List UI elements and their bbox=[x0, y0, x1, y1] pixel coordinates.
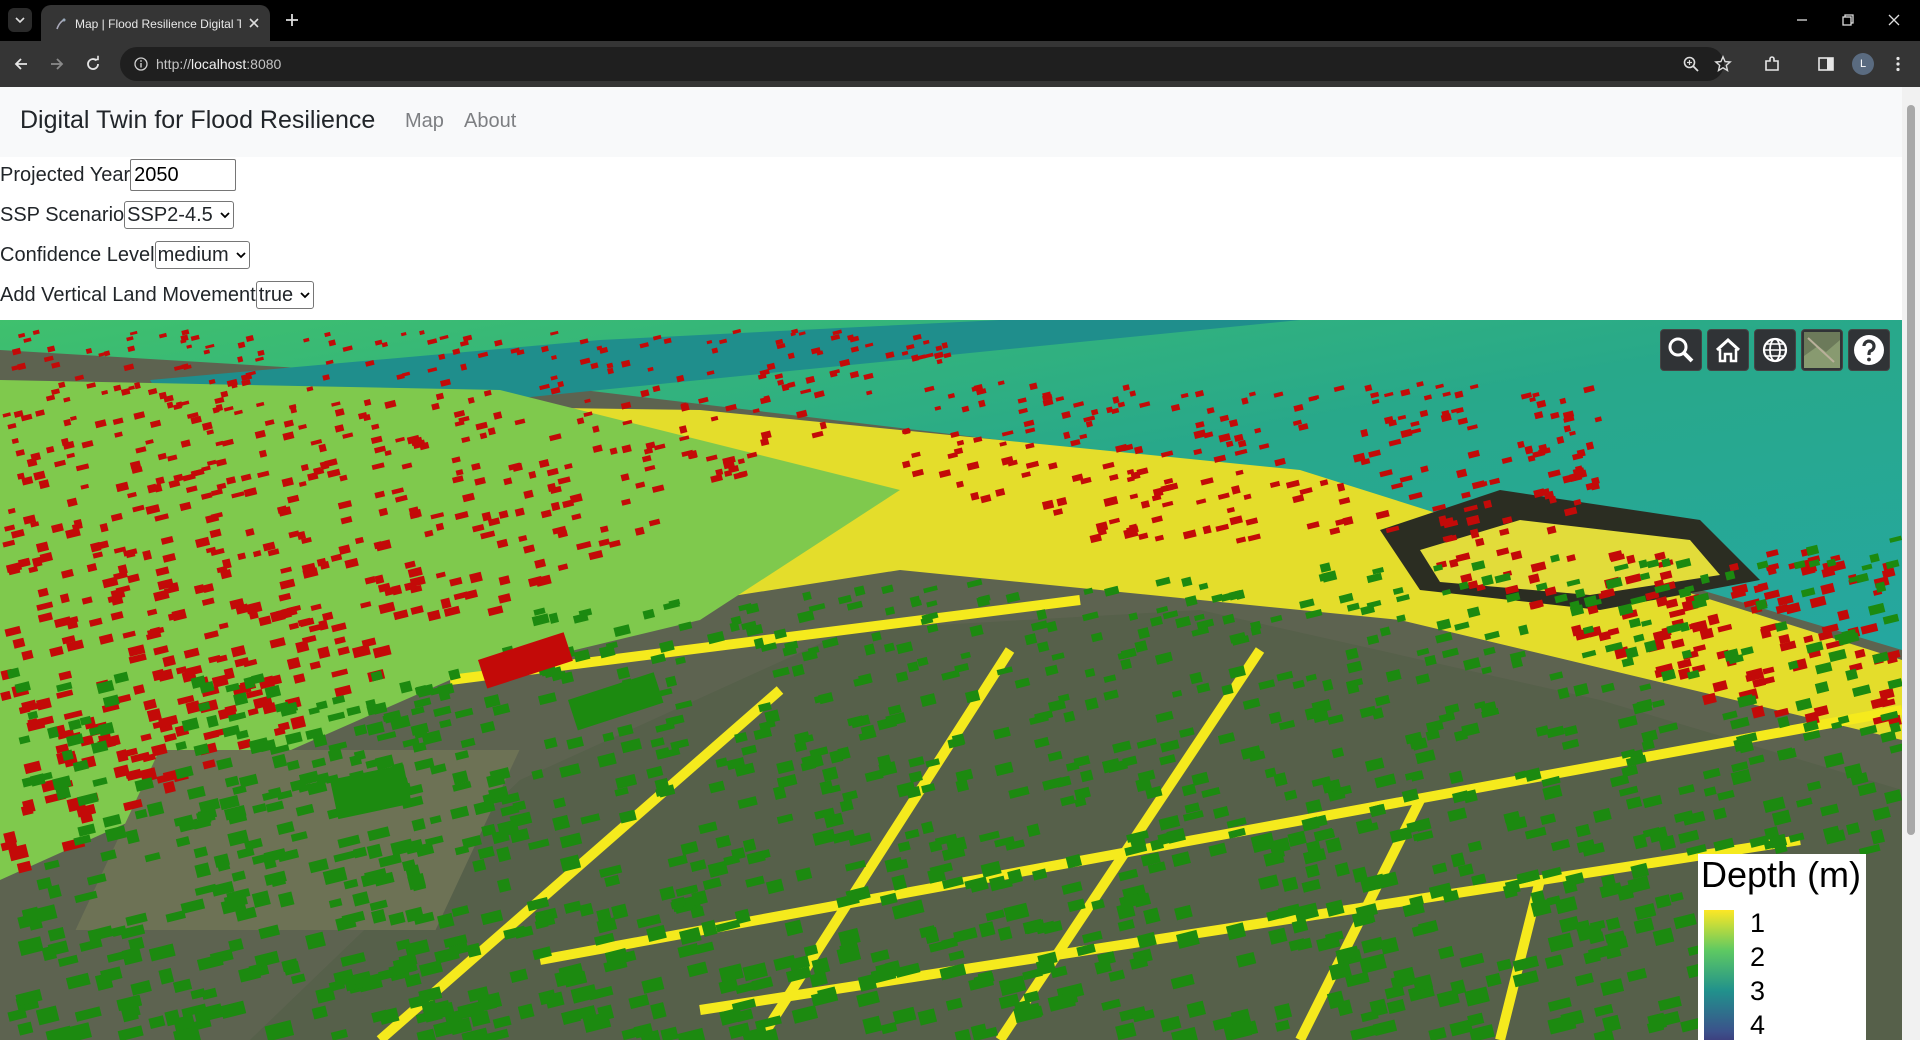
map-basemap-button[interactable] bbox=[1801, 329, 1843, 371]
year-label: Projected Year bbox=[0, 163, 131, 186]
reload-icon[interactable] bbox=[83, 54, 103, 74]
chevron-down-icon bbox=[15, 17, 25, 24]
chevron-down-icon bbox=[300, 292, 310, 299]
nav-link-map[interactable]: Map bbox=[405, 110, 444, 133]
legend-title: Depth (m) bbox=[1701, 854, 1862, 895]
url-text: http://localhost:8080 bbox=[156, 56, 282, 72]
bookmark-star-icon[interactable] bbox=[1714, 55, 1732, 73]
scrollbar-thumb[interactable] bbox=[1907, 105, 1915, 835]
new-tab-icon[interactable] bbox=[282, 10, 302, 30]
browser-tab[interactable]: Map | Flood Resilience Digital Twin bbox=[41, 5, 270, 41]
home-icon bbox=[1715, 337, 1741, 363]
confidence-label: Confidence Level bbox=[0, 243, 155, 266]
kebab-menu-icon[interactable] bbox=[1888, 54, 1908, 74]
depth-legend: Depth (m) 1 2 3 4 5 bbox=[1698, 854, 1866, 1040]
forward-arrow-icon[interactable] bbox=[47, 54, 67, 74]
help-icon bbox=[1854, 335, 1884, 365]
ssp-label: SSP Scenario bbox=[0, 203, 125, 226]
vlm-value: true bbox=[258, 283, 294, 306]
globe-icon bbox=[1762, 337, 1788, 363]
chevron-down-icon bbox=[220, 212, 230, 219]
map-scene bbox=[0, 320, 1902, 1040]
map-home-button[interactable] bbox=[1707, 329, 1749, 371]
tab-title: Map | Flood Resilience Digital Twin bbox=[75, 17, 241, 31]
page-viewport: Digital Twin for Flood Resilience Map Ab… bbox=[0, 87, 1920, 1040]
nav-link-about[interactable]: About bbox=[464, 110, 516, 133]
legend-label: 3 bbox=[1750, 976, 1766, 1006]
vlm-label: Add Vertical Land Movement bbox=[0, 283, 256, 306]
browser-tab-strip: Map | Flood Resilience Digital Twin bbox=[0, 0, 1920, 41]
ssp-control: SSP Scenario SSP2-4.5 bbox=[0, 198, 234, 232]
browser-toolbar: http://localhost:8080 L bbox=[0, 41, 1920, 87]
map-help-button[interactable] bbox=[1848, 329, 1890, 371]
confidence-select[interactable]: medium bbox=[154, 241, 250, 269]
year-input[interactable] bbox=[130, 159, 237, 191]
address-bar[interactable]: http://localhost:8080 bbox=[120, 47, 1732, 81]
chevron-down-icon bbox=[236, 252, 246, 259]
extensions-icon[interactable] bbox=[1762, 54, 1782, 74]
window-close-icon[interactable] bbox=[1884, 10, 1904, 30]
confidence-control: Confidence Level medium bbox=[0, 238, 250, 272]
basemap-icon bbox=[1804, 332, 1840, 368]
legend-label: 1 bbox=[1750, 908, 1766, 938]
profile-avatar[interactable]: L bbox=[1852, 53, 1874, 75]
map-scene-mode-button[interactable] bbox=[1754, 329, 1796, 371]
ssp-select[interactable]: SSP2-4.5 bbox=[124, 201, 234, 229]
close-icon[interactable] bbox=[246, 15, 262, 31]
back-arrow-icon[interactable] bbox=[11, 54, 31, 74]
site-info-icon[interactable] bbox=[134, 57, 148, 71]
vlm-select[interactable]: true bbox=[255, 281, 315, 309]
map-search-button[interactable] bbox=[1660, 329, 1702, 371]
confidence-value: medium bbox=[157, 243, 229, 266]
ssp-value: SSP2-4.5 bbox=[127, 203, 213, 226]
year-control: Projected Year bbox=[0, 158, 237, 192]
vlm-control: Add Vertical Land Movement true bbox=[0, 278, 315, 312]
site-navbar: Digital Twin for Flood Resilience Map Ab… bbox=[0, 87, 1902, 157]
minimize-icon[interactable] bbox=[1792, 10, 1812, 30]
legend-label: 2 bbox=[1750, 942, 1766, 972]
tab-search-button[interactable] bbox=[8, 8, 32, 32]
restore-icon[interactable] bbox=[1838, 10, 1858, 30]
favicon-icon bbox=[56, 18, 66, 30]
zoom-icon[interactable] bbox=[1682, 55, 1700, 73]
side-panel-icon[interactable] bbox=[1816, 54, 1836, 74]
legend-color-ramp bbox=[1704, 910, 1734, 1040]
site-brand[interactable]: Digital Twin for Flood Resilience bbox=[20, 106, 375, 135]
legend-label: 4 bbox=[1750, 1010, 1766, 1040]
flood-map-canvas[interactable] bbox=[0, 320, 1902, 1040]
search-icon bbox=[1668, 337, 1694, 363]
